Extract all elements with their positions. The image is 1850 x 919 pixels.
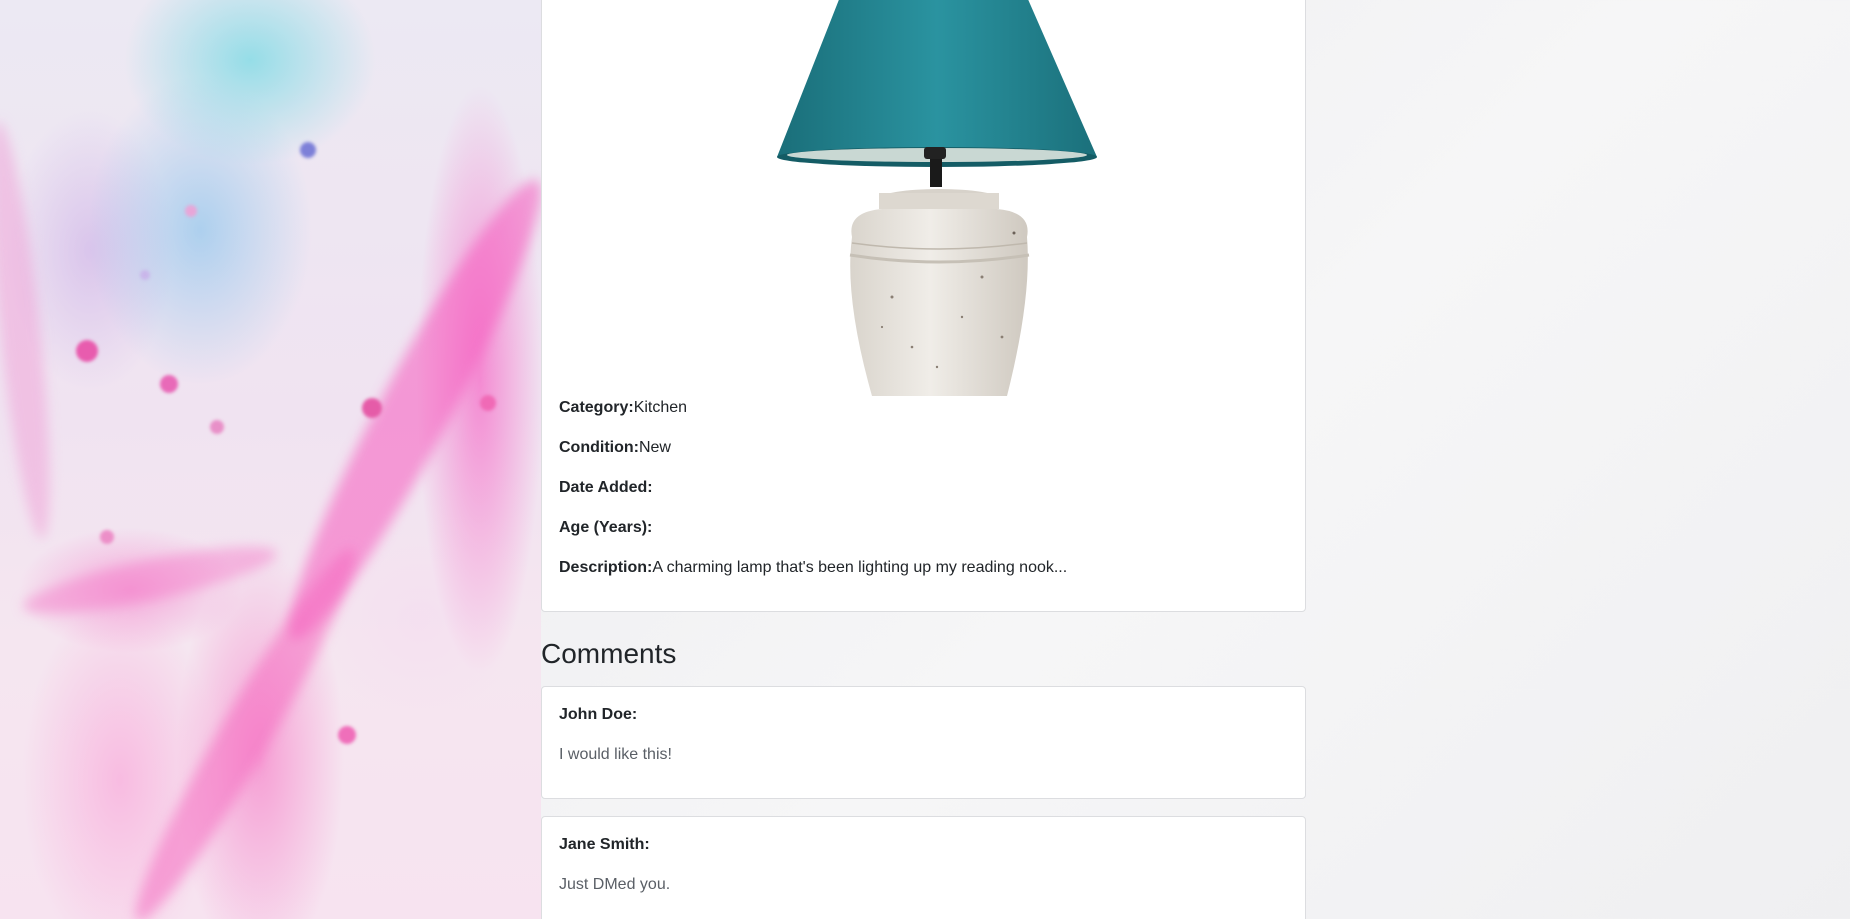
comment-card: John Doe: I would like this! (541, 686, 1306, 799)
marble-background (0, 0, 541, 919)
detail-label: Category: (559, 399, 634, 416)
detail-label: Description: (559, 559, 653, 576)
comment-card: Jane Smith: Just DMed you. (541, 816, 1306, 919)
detail-condition: Condition:New (559, 438, 671, 458)
lamp-image (777, 0, 1097, 396)
detail-value: New (638, 439, 671, 456)
detail-label: Condition: (559, 439, 639, 456)
comment-text: I would like this! (559, 746, 672, 763)
comment-author: John Doe: (559, 706, 638, 723)
product-card: Category:Kitchen Condition:New Date Adde… (541, 0, 1306, 612)
comments-heading: Comments (541, 638, 677, 669)
detail-date-added: Date Added: (559, 478, 653, 498)
comment-author: Jane Smith: (559, 836, 650, 853)
detail-label: Date Added: (559, 479, 653, 496)
detail-category: Category:Kitchen (559, 398, 687, 418)
detail-description: Description:A charming lamp that's been … (559, 558, 1067, 578)
comment-text: Just DMed you. (559, 876, 671, 893)
detail-value: Kitchen (633, 399, 688, 416)
product-image (542, 0, 1305, 396)
detail-label: Age (Years): (559, 519, 653, 536)
detail-age: Age (Years): (559, 518, 652, 538)
detail-value: A charming lamp that's been lighting up … (652, 559, 1068, 576)
